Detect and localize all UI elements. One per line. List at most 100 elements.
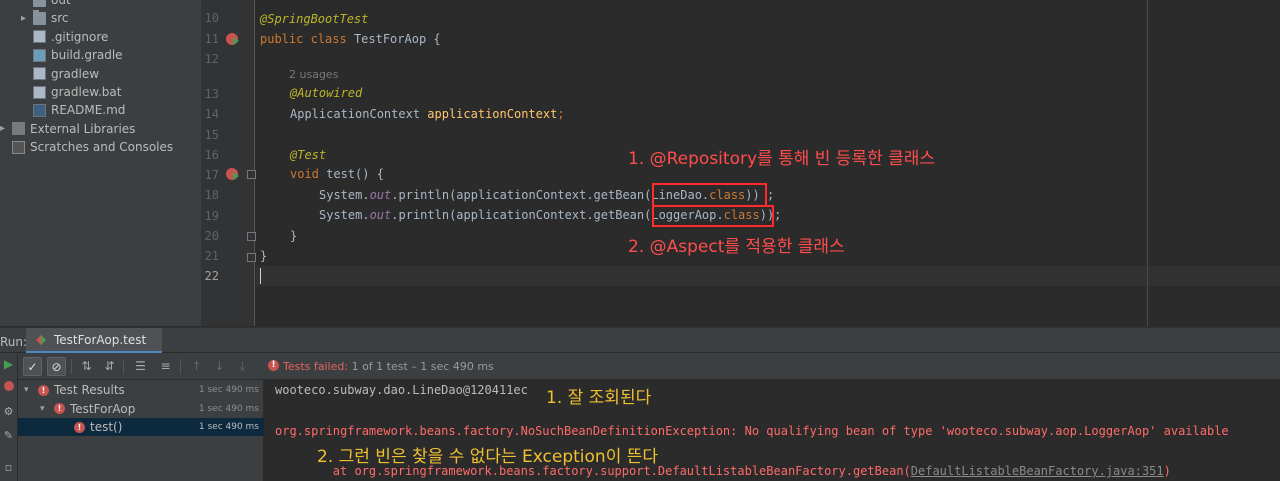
test-tree-row[interactable]: ! test() 1 sec 490 ms <box>18 418 264 436</box>
line-number: 22 <box>204 269 219 283</box>
line-number: 20 <box>204 229 219 243</box>
line-number: 12 <box>204 52 219 66</box>
annotation-note-aspect: 2. @Aspect를 적용한 클래스 <box>628 237 845 257</box>
code-line-17: void test() { <box>290 164 384 184</box>
folder-icon <box>33 0 46 7</box>
project-tree-item[interactable]: README.md <box>33 101 125 119</box>
tests-failed-label: Tests failed: <box>283 360 349 373</box>
line-number: 19 <box>204 209 219 223</box>
test-toolbar: ✓ ⊘ ⇅ ⇵ ☰ ≡ ↑ ↓ ⤓ ! Tests failed: 1 of 1… <box>18 353 1280 380</box>
layout-icon[interactable]: ▫ <box>2 461 15 474</box>
test-run-icon <box>36 334 46 345</box>
run-tool-window-header: Run: TestForAop.test <box>0 327 1280 354</box>
toolbar-separator <box>71 359 72 374</box>
line-number: 18 <box>204 188 219 202</box>
chevron-right-icon[interactable]: ▸ <box>0 123 10 134</box>
line-number: 17 <box>204 168 219 182</box>
code-editor[interactable]: @SpringBootTest public class TestForAop … <box>256 0 1280 326</box>
expand-all-icon[interactable]: ☰ <box>131 357 150 376</box>
code-line-16: @Test <box>290 145 326 165</box>
run-tab-label: TestForAop.test <box>54 332 147 347</box>
highlight-box-linedao <box>652 183 767 207</box>
rerun-icon[interactable]: ▶ <box>2 358 15 371</box>
stacktrace-source-link[interactable]: DefaultListableBeanFactory.java:351 <box>911 464 1164 478</box>
code-line-10: @SpringBootTest <box>260 9 368 29</box>
open-brace: { <box>426 32 441 46</box>
test-tree-label: TestForAop <box>70 401 136 416</box>
chevron-down-icon[interactable]: ▾ <box>24 385 34 395</box>
gradle-file-icon <box>33 48 46 62</box>
project-tree-item-label: build.gradle <box>51 48 123 63</box>
run-tab-testforaop[interactable]: TestForAop.test <box>26 328 162 354</box>
project-tree-item[interactable]: out <box>33 0 71 9</box>
project-tree-item[interactable]: build.gradle <box>33 46 123 64</box>
highlight-box-loggeraop <box>652 205 774 227</box>
annotation-note-repository: 1. @Repository를 통해 빈 등록한 클래스 <box>628 149 936 169</box>
project-tree-item[interactable]: gradlew.bat <box>33 83 121 101</box>
library-icon <box>12 122 25 136</box>
toolbar-separator <box>123 359 124 374</box>
console-output[interactable]: wooteco.subway.dao.LineDao@120411ec 1. 잘… <box>265 380 1280 481</box>
annotation-test: @Test <box>290 148 327 162</box>
sort-alphabetically-icon[interactable]: ⇅ <box>77 357 96 376</box>
project-tree-item-label: gradlew.bat <box>51 85 122 99</box>
line-number: 11 <box>204 32 219 46</box>
code-line-20: } <box>290 229 298 243</box>
export-icon[interactable]: ⤓ <box>233 357 252 376</box>
type-name: ApplicationContext <box>290 107 421 121</box>
debug-icon[interactable]: ⚙ <box>2 405 15 418</box>
keyword-void: void <box>290 167 319 181</box>
test-duration: 1 sec 490 ms <box>198 385 259 395</box>
test-failed-icon: ! <box>38 384 49 396</box>
console-note-success: 1. 잘 조회된다 <box>546 388 652 408</box>
code-line-21: } <box>260 249 268 263</box>
tests-count-duration: 1 of 1 test – 1 sec 490 ms <box>351 360 494 373</box>
project-tree-item-label: External Libraries <box>30 121 136 136</box>
chevron-right-icon[interactable]: ▸ <box>21 13 31 24</box>
run-test-gutter-icon[interactable] <box>226 168 239 180</box>
project-tree-item[interactable]: .gitignore <box>33 28 108 46</box>
sort-by-duration-icon[interactable]: ⇵ <box>100 357 119 376</box>
file-icon <box>33 67 46 81</box>
line-number: 21 <box>204 249 219 263</box>
project-tree-item-label: Scratches and Consoles <box>30 140 174 155</box>
file-icon <box>33 85 46 99</box>
run-test-gutter-icon[interactable] <box>226 33 239 45</box>
project-tree-item[interactable]: ▸ src <box>21 9 69 27</box>
file-icon <box>33 30 46 44</box>
annotation-autowired: @Autowired <box>290 86 363 100</box>
chevron-down-icon[interactable]: ▾ <box>40 404 50 414</box>
project-tree-item[interactable]: ▸ External Libraries <box>0 120 136 138</box>
test-tree-row[interactable]: ▾! TestForAop 1 sec 490 ms <box>18 400 264 418</box>
test-results-tree: ▾! Test Results 1 sec 490 ms ▾! TestForAop 1 … <box>18 380 264 481</box>
collapse-all-icon[interactable]: ≡ <box>156 357 175 376</box>
code-token: out <box>369 208 392 222</box>
wrench-icon[interactable]: ✎ <box>2 429 15 442</box>
project-tree-item-label: .gitignore <box>51 29 109 44</box>
test-tree-row[interactable]: ▾! Test Results 1 sec 490 ms <box>18 381 264 399</box>
run-side-toolbar: ▶ ⚙ ✎ ▫ <box>0 353 18 481</box>
keyword-public-class: public class <box>260 32 347 46</box>
project-tree-item[interactable]: Scratches and Consoles <box>12 138 173 156</box>
previous-failed-icon[interactable]: ↑ <box>187 357 206 376</box>
next-failed-icon[interactable]: ↓ <box>210 357 229 376</box>
fold-marker-icon[interactable] <box>247 170 256 179</box>
test-failed-icon: ! <box>54 403 65 414</box>
fold-marker-icon[interactable] <box>247 232 256 241</box>
project-tree-item[interactable]: gradlew <box>33 65 99 83</box>
test-failed-icon: ! <box>74 421 85 433</box>
line-number: 10 <box>204 11 219 25</box>
annotation-springboottest: @SpringBootTest <box>260 12 369 26</box>
usages-hint[interactable]: 2 usages <box>289 65 338 85</box>
code-line-14: ApplicationContext applicationContext; <box>290 104 565 124</box>
fold-marker-icon[interactable] <box>247 253 256 262</box>
test-duration: 1 sec 490 ms <box>198 403 259 414</box>
show-passed-icon[interactable]: ✓ <box>23 357 42 376</box>
test-duration: 1 sec 490 ms <box>198 422 259 432</box>
stacktrace-prefix: at org.springframework.beans.factory.sup… <box>275 464 911 478</box>
project-tree-item-label: README.md <box>51 103 126 118</box>
code-token: out <box>369 188 392 202</box>
show-ignored-icon[interactable]: ⊘ <box>47 357 66 376</box>
rerun-failed-icon[interactable] <box>2 381 15 394</box>
test-status-summary: Tests failed: 1 of 1 test – 1 sec 490 ms <box>283 360 494 373</box>
